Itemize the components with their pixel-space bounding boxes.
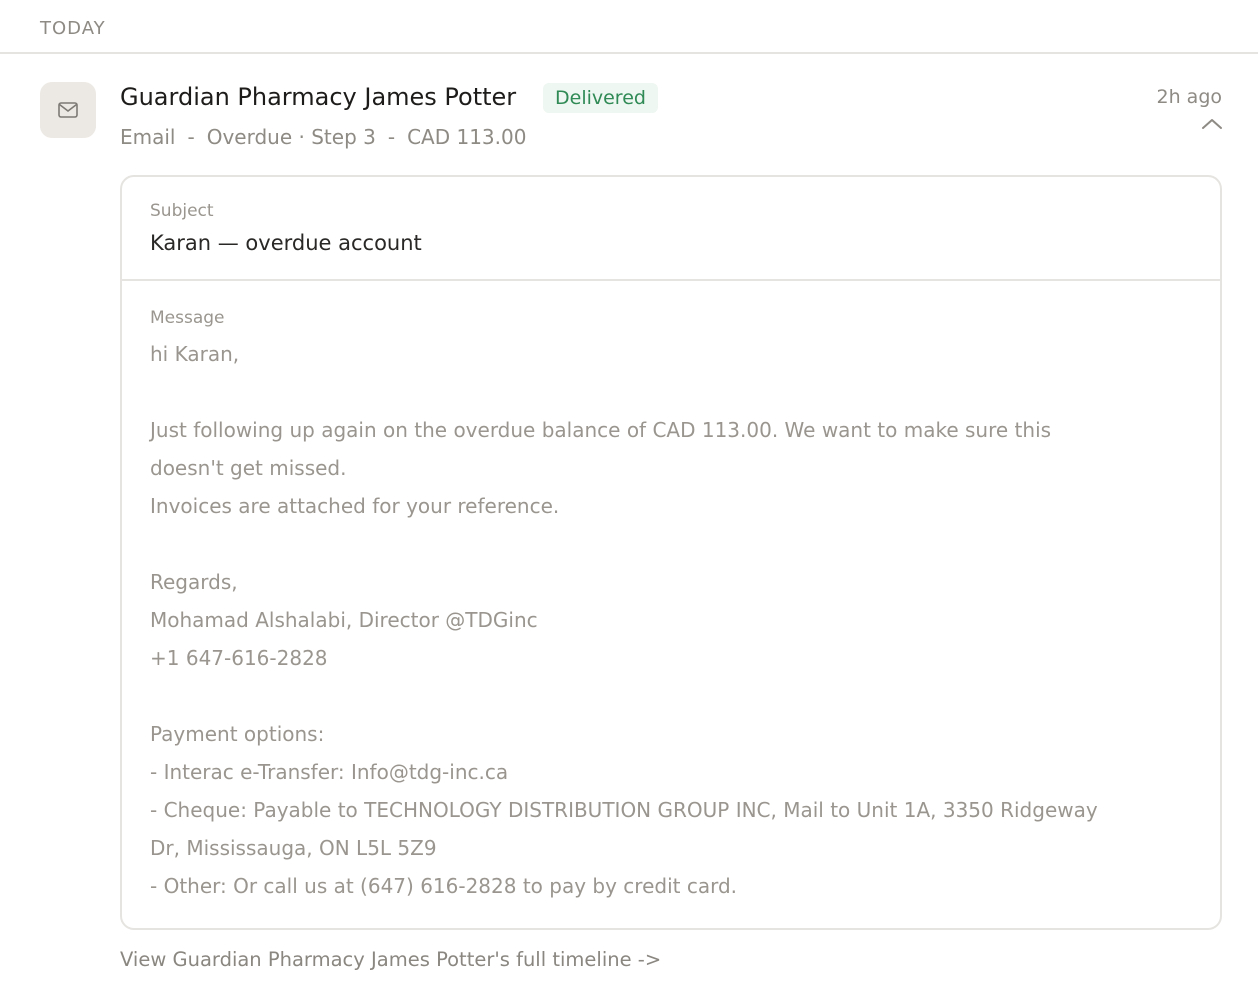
- stage-label: Overdue · Step 3: [206, 125, 376, 149]
- channel-label: Email: [120, 125, 176, 149]
- mail-icon: [40, 82, 96, 138]
- message-line: [150, 525, 1200, 563]
- message-line: - Interac e-Transfer: Info@tdg-inc.ca: [150, 760, 509, 784]
- message-line: +1 647-616-2828: [150, 646, 328, 670]
- collapse-button[interactable]: [1198, 112, 1226, 136]
- timestamp: 2h ago: [1156, 86, 1223, 108]
- message-line: Just following up again on the overdue b…: [150, 418, 1052, 442]
- section-header: TODAY: [0, 0, 1258, 54]
- message-body: hi Karan, Just following up again on the …: [150, 335, 1200, 905]
- meta-separator: -: [187, 125, 195, 149]
- section-title: TODAY: [40, 18, 106, 39]
- message-line: Mohamad Alshalabi, Director @TDGinc: [150, 608, 538, 632]
- message-line: Dr, Mississauga, ON L5L 5Z9: [150, 836, 437, 860]
- message-line: Invoices are attached for your reference…: [150, 494, 560, 518]
- contact-name: Guardian Pharmacy James Potter: [120, 83, 517, 111]
- amount-label: CAD 113.00: [407, 125, 527, 149]
- message-label: Message: [150, 308, 225, 328]
- subject-label: Subject: [150, 201, 214, 221]
- status-badge: Delivered: [543, 83, 658, 113]
- message-line: doesn't get missed.: [150, 456, 347, 480]
- subject-value: Karan — overdue account: [150, 231, 422, 255]
- message-line: Payment options:: [150, 722, 325, 746]
- message-line: hi Karan,: [150, 342, 240, 366]
- message-line: [150, 677, 1200, 715]
- message-line: - Other: Or call us at (647) 616-2828 to…: [150, 874, 738, 898]
- message-line: [150, 373, 1200, 411]
- meta-separator: -: [387, 125, 396, 149]
- chevron-up-icon: [1202, 119, 1222, 129]
- activity-meta: Email - Overdue · Step 3- CAD 113.00: [120, 123, 526, 151]
- message-line: - Cheque: Payable to TECHNOLOGY DISTRIBU…: [150, 798, 1098, 822]
- message-card: Subject Karan — overdue account Message …: [120, 175, 1222, 930]
- view-timeline-link[interactable]: View Guardian Pharmacy James Potter's fu…: [120, 946, 661, 974]
- message-line: Regards,: [150, 570, 238, 594]
- subject-section: Subject Karan — overdue account: [122, 177, 1220, 281]
